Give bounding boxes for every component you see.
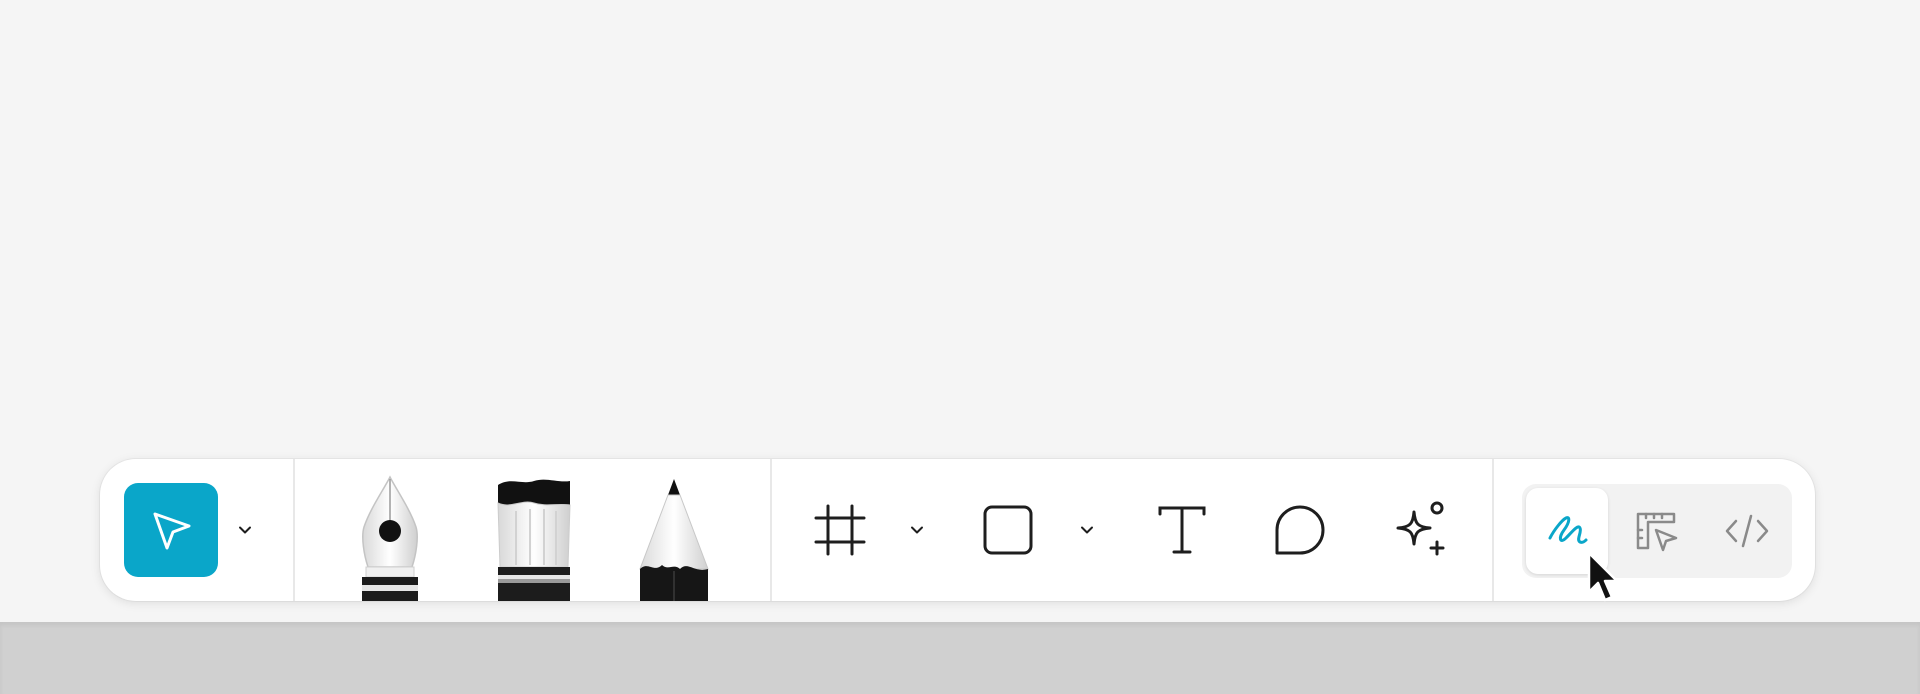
comment-bubble-icon [1275,505,1325,555]
chevron-down-icon [1081,526,1093,534]
frame-tools-dropdown[interactable] [905,518,929,542]
move-tool-button[interactable] [124,483,218,577]
toolbar-divider [1492,459,1494,601]
squiggle-draw-icon [1548,516,1588,544]
mouse-pointer-icon [1587,551,1619,602]
rectangle-tool[interactable] [978,500,1038,560]
pencil-tool[interactable] [634,475,714,601]
pencil-icon [639,479,709,601]
text-t-icon [1158,506,1206,554]
chevron-down-icon [239,526,251,534]
mode-switcher [1522,484,1792,578]
shape-tools-dropdown[interactable] [1075,518,1099,542]
rectangle-icon [983,505,1033,555]
toolbar-divider [293,459,295,601]
chevron-down-icon [911,526,923,534]
brush-tool[interactable] [490,475,578,601]
ai-tool[interactable] [1388,498,1450,560]
text-tool[interactable] [1152,500,1212,560]
dev-mode-button[interactable] [1706,488,1788,574]
bottom-strip [0,622,1920,694]
toolbar-divider [770,459,772,601]
bottom-toolbar [100,459,1815,601]
ruler-cursor-icon [1636,512,1678,552]
frame-hash-icon [814,504,866,556]
pen-tool[interactable] [348,475,432,601]
fountain-pen-icon [362,475,418,601]
cursor-arrow-icon [153,512,191,550]
design-mode-button[interactable] [1616,488,1698,574]
paint-brush-icon [497,479,571,601]
move-tools-dropdown[interactable] [233,518,257,542]
sparkle-plus-icon [1396,501,1445,556]
comment-tool[interactable] [1270,500,1330,560]
frame-tool[interactable] [810,500,870,560]
code-brackets-icon [1725,514,1769,548]
